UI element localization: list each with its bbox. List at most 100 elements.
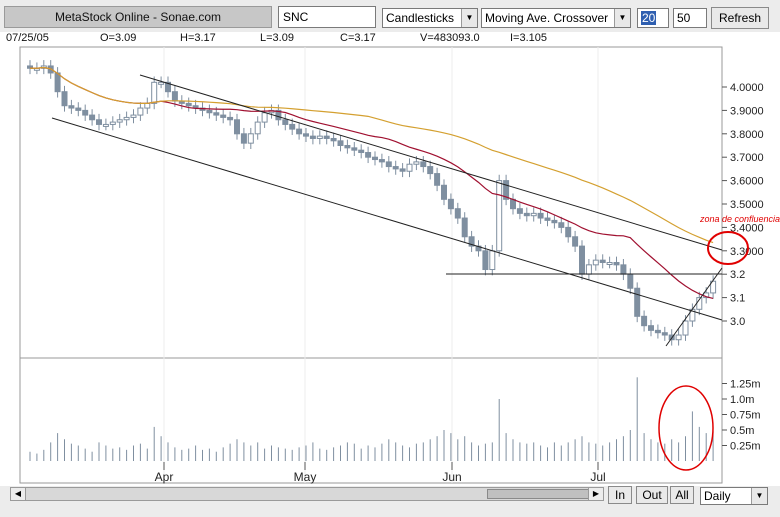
candle-body (109, 121, 116, 125)
candle-body (206, 109, 213, 114)
zoom-out-button[interactable]: Out (636, 486, 668, 504)
volume-tick-label: 1.0m (730, 394, 754, 406)
candle-body (516, 208, 523, 214)
candle-body (406, 163, 413, 172)
candle-body (447, 198, 454, 210)
candle-body (385, 161, 392, 168)
price-tick-label: 3.2 (730, 269, 745, 281)
candle-body (144, 102, 151, 109)
candle-body (240, 133, 247, 144)
price-axis: 4.00003.90003.80003.70003.60003.50003.40… (722, 82, 764, 328)
candle-body (213, 112, 220, 116)
candle-body (282, 119, 289, 125)
candle-body (158, 81, 165, 85)
scroll-right-icon[interactable]: ▶ (588, 488, 603, 500)
horizontal-scrollbar[interactable]: ◀ ▶ (10, 487, 604, 501)
candle-body (130, 114, 137, 118)
candle-body (606, 262, 613, 265)
annotation-label: zona de confluencia (699, 214, 780, 224)
candle-body (530, 212, 537, 217)
volume-tick-label: 0.5m (730, 425, 754, 437)
candle-body (420, 161, 427, 168)
candle-body (558, 222, 565, 228)
candle-body (102, 123, 109, 127)
volume-tick-label: 0.75m (730, 410, 761, 422)
candle-body (337, 140, 344, 147)
price-tick-label: 4.0000 (730, 82, 764, 94)
candle-body (585, 264, 592, 275)
candle-body (75, 107, 82, 111)
candle-body (316, 135, 323, 139)
candle-body (185, 102, 192, 107)
candle-body (303, 133, 309, 137)
scroll-left-icon[interactable]: ◀ (11, 488, 26, 500)
candle-body (323, 135, 330, 139)
candle-body (372, 156, 378, 161)
candle-body (427, 166, 434, 175)
candle-body (434, 173, 441, 186)
candle-body (68, 105, 75, 109)
candle-body (537, 212, 544, 219)
candle-body (634, 287, 641, 317)
candle-body (89, 114, 96, 121)
candle-body (682, 320, 689, 336)
zoom-in-button[interactable]: In (608, 486, 632, 504)
price-tick-label: 3.7000 (730, 152, 764, 164)
candle-body (227, 116, 234, 121)
candle-body (137, 107, 144, 116)
candle-body (358, 149, 365, 154)
period-select[interactable]: Daily ▼ (700, 487, 768, 505)
candle-body (123, 116, 130, 121)
candle-body (296, 128, 303, 135)
candle-body (247, 133, 254, 144)
candle-body (309, 135, 316, 139)
candle-body (551, 219, 558, 224)
candle-body (441, 184, 447, 200)
candle-body (413, 161, 420, 165)
all-button[interactable]: All (670, 486, 694, 504)
candle-body (461, 217, 468, 238)
candle-body (351, 147, 358, 151)
candle-body (489, 250, 496, 271)
candle-body (151, 81, 158, 104)
candle-body (330, 137, 337, 142)
scroll-thumb[interactable] (487, 489, 591, 499)
candle-body (592, 259, 599, 266)
candle-body (289, 123, 296, 130)
candle-body (523, 212, 530, 217)
candle-body (613, 262, 620, 266)
candle-body (392, 166, 399, 170)
price-tick-label: 3.5000 (730, 199, 764, 211)
candle-body (344, 145, 351, 149)
candle-body (454, 208, 461, 219)
price-tick-label: 3.8000 (730, 129, 764, 141)
candle-body (378, 159, 385, 163)
candle-body (661, 332, 668, 336)
volume-axis: 1.25m 1.0m 0.75m 0.5m 0.25m (722, 379, 761, 453)
candle-body (572, 236, 579, 247)
candle-body (96, 119, 102, 125)
candle-body (254, 121, 261, 135)
candle-body (641, 315, 648, 327)
volume-tick-label: 0.25m (730, 441, 761, 453)
candle-body (544, 217, 551, 221)
candle-body (654, 329, 661, 334)
period-label: Daily (704, 489, 731, 503)
candle-body (627, 273, 634, 289)
candle-body (482, 250, 489, 271)
price-tick-label: 3.6000 (730, 176, 764, 188)
candle-body (579, 245, 585, 275)
time-tick-label: Jun (442, 470, 461, 484)
candle-body (234, 119, 240, 135)
candle-body (648, 325, 654, 331)
candle-body (261, 112, 268, 123)
price-chart[interactable]: 4.00003.90003.80003.70003.60003.50003.40… (0, 0, 780, 517)
chevron-down-icon[interactable]: ▼ (751, 488, 767, 504)
candle-body (675, 334, 682, 341)
price-tick-label: 3.1 (730, 293, 745, 305)
candle-body (365, 152, 372, 158)
candle-body (116, 119, 123, 123)
time-tick-label: May (294, 470, 317, 484)
candle-body (599, 259, 606, 264)
price-tick-label: 3.0 (730, 316, 745, 328)
